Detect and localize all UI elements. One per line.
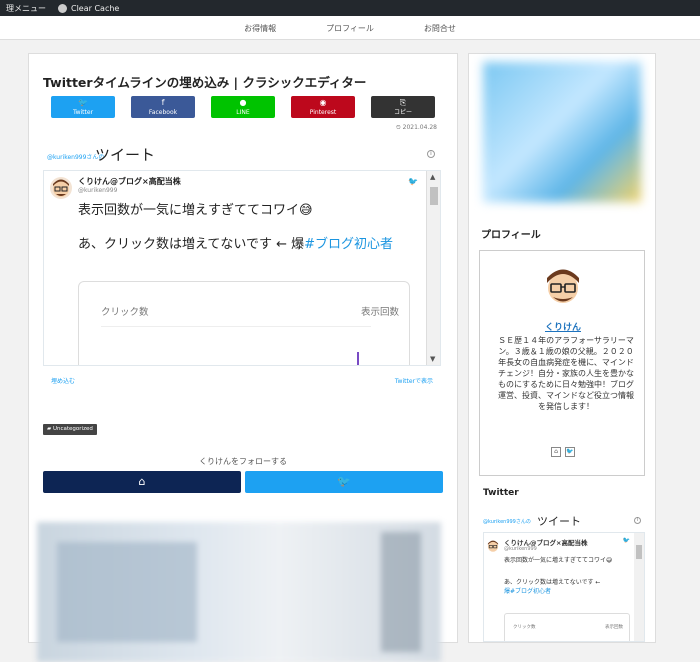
sidebar-timeline-heading: ツイート [537, 515, 581, 528]
tweet-text-line1: 表示回数が一気に増えすぎててコワイ😅 [78, 203, 313, 218]
profile-heading: プロフィール [481, 230, 541, 241]
follow-text: くりけんをフォローする [199, 457, 287, 466]
twitter-icon: 🐦 [337, 475, 351, 488]
nav-item-profile[interactable]: プロフィール [301, 16, 399, 39]
nav-item-deals[interactable]: お得情報 [219, 16, 301, 39]
avatar[interactable] [486, 538, 500, 552]
related-post-thumbnail[interactable] [37, 522, 441, 662]
nav-item-contact[interactable]: お問合せ [399, 16, 481, 39]
scroll-thumb[interactable] [430, 187, 438, 205]
timeline-header: @kuriken999さんの ツイート i [43, 144, 439, 164]
sidebar-ad-banner[interactable] [483, 62, 641, 202]
share-twitter-label: Twitter [72, 109, 94, 116]
card-divider [101, 326, 371, 327]
tweet-text-line2: あ、クリック数は増えてないです ← [504, 579, 601, 586]
top-nav: お得情報 プロフィール お問合せ [0, 16, 700, 40]
admin-menu-label: 理メニュー [6, 3, 46, 13]
category-label: Uncategorized [52, 426, 93, 432]
card-label-impressions: 表示回数 [360, 307, 399, 318]
tweet-author-handle[interactable]: @kuriken999 [504, 546, 537, 552]
share-line-button[interactable]: ● LINE [211, 96, 275, 118]
view-on-twitter-link[interactable]: Twitterで表示 [395, 376, 433, 385]
admin-bar: 理メニュー Clear Cache [0, 0, 700, 16]
tweet-image-card[interactable]: クリック数 表示回数 [504, 613, 630, 641]
scroll-up-icon[interactable]: ▲ [430, 173, 435, 181]
share-twitter-button[interactable]: 🐦 Twitter [51, 96, 115, 118]
share-facebook-button[interactable]: f Facebook [131, 96, 195, 118]
twitter-icon: 🐦 [78, 98, 88, 107]
tweet-text-prefix: あ、クリック数は増えてないです ← 爆 [78, 237, 305, 252]
clear-cache-button[interactable]: Clear Cache [52, 0, 125, 16]
share-copy-label: コピー [393, 109, 412, 116]
info-icon[interactable]: i [634, 517, 641, 524]
tweet-author-handle[interactable]: @kuriken999 [78, 187, 117, 194]
scroll-down-icon[interactable]: ▼ [430, 355, 435, 363]
profile-description: ＳＥ歴１４年のアラフォーサラリーマン。３歳＆１歳の娘の父親。２０２０年長女の自血… [497, 336, 635, 411]
post-date: ⏲ 2021.04.28 [396, 124, 437, 131]
profile-avatar [542, 265, 584, 307]
category-badge[interactable]: ▰ Uncategorized [43, 424, 97, 435]
home-icon[interactable]: ⌂ [551, 447, 561, 457]
share-pinterest-button[interactable]: ◉ Pinterest [291, 96, 355, 118]
home-icon: ⌂ [138, 475, 146, 488]
embed-link[interactable]: 埋め込む [51, 376, 75, 385]
page-title: Twitterタイムラインの埋め込み | クラシックエディター [43, 75, 367, 90]
pinterest-icon: ◉ [319, 98, 327, 107]
sidebar: プロフィール くりけん ＳＥ歴１４年のアラフォーサラリーマン。３歳＆１歳の娘の父… [468, 53, 656, 643]
article: Twitterタイムラインの埋め込み | クラシックエディター 🐦 Twitte… [28, 53, 458, 662]
card-label-clicks: クリック数 [101, 307, 149, 318]
timeline-embed[interactable]: くりけん@ブログ×高配当株 @kuriken999 🐦 表示回数が一気に増えすぎ… [43, 170, 441, 366]
follow-twitter-button[interactable]: 🐦 [245, 471, 443, 493]
twitter-bird-icon[interactable]: 🐦 [408, 177, 418, 186]
tweet-hashtag[interactable]: #ブログ初心者 [304, 237, 393, 252]
tweet-hashtag[interactable]: 爆#ブログ初心者 [504, 586, 551, 595]
sidebar-timeline-scrollbar[interactable] [634, 533, 644, 641]
card-label-impressions: 表示回数 [605, 625, 623, 630]
timeline-heading: ツイート [95, 146, 156, 164]
twitter-heading: Twitter [483, 488, 519, 498]
share-facebook-label: Facebook [148, 109, 178, 116]
follow-home-button[interactable]: ⌂ [43, 471, 241, 493]
tweet-text-line1: 表示回数が一気に増えすぎててコワイ😅 [504, 557, 613, 564]
share-line-label: LINE [236, 109, 250, 116]
copy-icon: ⎘ [399, 98, 407, 107]
twitter-icon[interactable]: 🐦 [565, 447, 575, 457]
scroll-thumb[interactable] [636, 545, 642, 559]
card-chart-bar [357, 352, 359, 365]
profile-name[interactable]: くりけん [480, 320, 646, 333]
card-label-clicks: クリック数 [513, 625, 536, 630]
cache-icon [58, 3, 67, 13]
sidebar-timeline-embed[interactable]: くりけん@ブログ×高配当株 @kuriken999 🐦 表示回数が一気に増えすぎ… [483, 532, 645, 642]
avatar[interactable] [50, 177, 72, 199]
tweet-image-card[interactable]: クリック数 表示回数 [78, 281, 410, 365]
twitter-bird-icon[interactable]: 🐦 [623, 537, 630, 544]
tweet-author-name[interactable]: くりけん@ブログ×高配当株 [78, 176, 181, 187]
info-icon[interactable]: i [427, 150, 435, 158]
share-pinterest-label: Pinterest [309, 109, 337, 116]
tweet-text-line2: あ、クリック数は増えてないです ← 爆#ブログ初心者 [78, 233, 393, 252]
admin-menu-link[interactable]: 理メニュー [0, 0, 52, 16]
facebook-icon: f [161, 98, 165, 107]
share-copy-button[interactable]: ⎘ コピー [371, 96, 435, 118]
line-icon: ● [239, 98, 247, 107]
clear-cache-label: Clear Cache [71, 3, 120, 13]
sidebar-timeline-by[interactable]: @kuriken999さんの [483, 518, 531, 525]
timeline-scrollbar[interactable]: ▲ ▼ [426, 171, 440, 365]
profile-card: くりけん ＳＥ歴１４年のアラフォーサラリーマン。３歳＆１歳の娘の父親。２０２０年… [479, 250, 645, 476]
